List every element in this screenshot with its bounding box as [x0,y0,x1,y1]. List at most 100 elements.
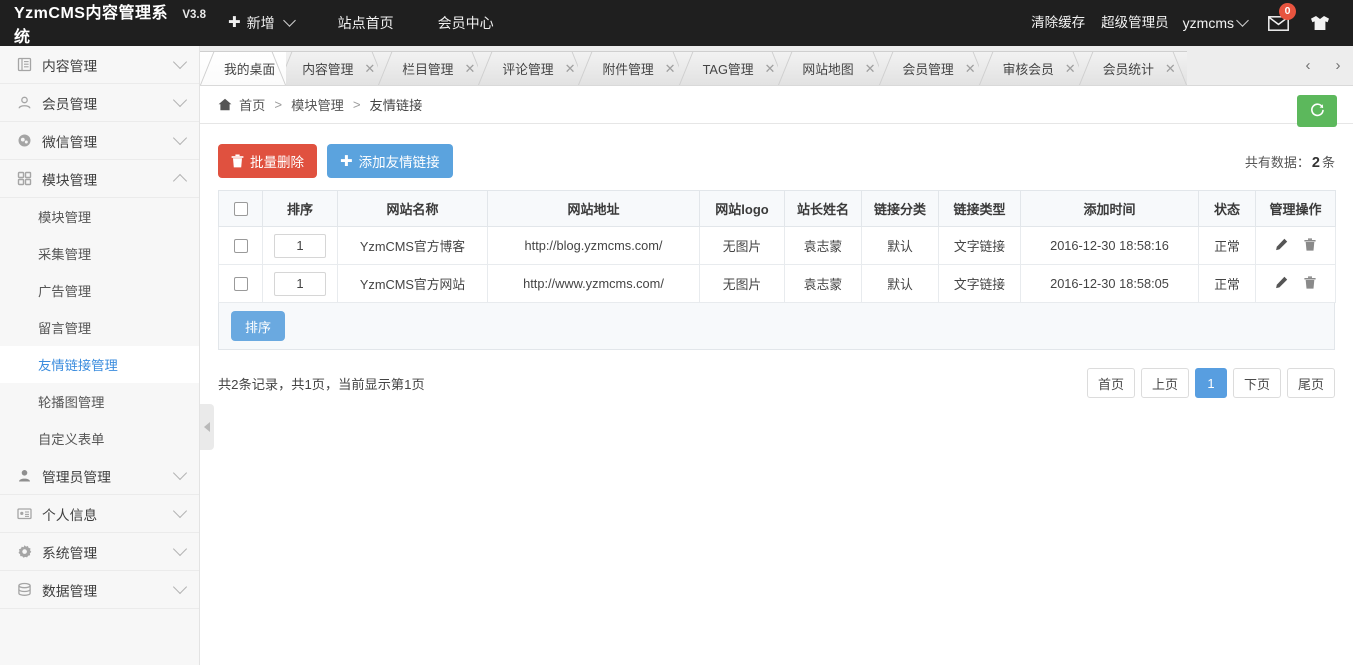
close-icon[interactable]: ✕ [965,62,976,75]
row-site-name: YzmCMS官方博客 [338,227,488,265]
close-icon[interactable]: ✕ [364,62,375,75]
brand-logo[interactable]: YzmCMS内容管理系统 V3.8 [0,0,206,47]
tab-content-manage[interactable]: 内容管理 ✕ [278,51,386,85]
messages-button[interactable]: 0 [1261,0,1295,46]
table-header-select-all [219,191,263,227]
theme-button[interactable] [1303,0,1337,46]
sort-action-bar: 排序 [218,303,1335,350]
sidebar-group-modules[interactable]: 模块管理 [0,160,199,198]
row-site-logo: 无图片 [700,227,785,265]
order-input[interactable] [274,234,326,258]
edit-row-button[interactable] [1275,238,1288,254]
tab-tag-manage[interactable]: TAG管理 ✕ [679,51,787,85]
add-friendlink-button[interactable]: ✚ 添加友情链接 [327,144,453,178]
table-toolbar: 批量删除 ✚ 添加友情链接 共有数据：2条 [218,144,1335,178]
page-prev-button[interactable]: 上页 [1141,368,1189,398]
pagination-controls: 首页 上页 1 下页 尾页 [1087,368,1335,398]
tab-member-stats[interactable]: 会员统计 ✕ [1079,51,1187,85]
page-next-button[interactable]: 下页 [1233,368,1281,398]
user-menu[interactable]: yzmcms [1177,15,1253,31]
top-nav-item-member-center[interactable]: 会员中心 [416,0,516,46]
sidebar-group-data[interactable]: 数据管理 [0,571,199,609]
sidebar-item-module-manage[interactable]: 模块管理 [0,198,199,235]
chevron-down-icon [173,503,187,517]
sidebar-group-content-label: 内容管理 [42,55,97,75]
tab-scroll-next-button[interactable]: › [1323,46,1353,86]
table-header-webmaster: 站长姓名 [785,191,862,227]
gear-icon [16,543,33,560]
tab-audit-member[interactable]: 审核会员 ✕ [979,51,1087,85]
page-last-button[interactable]: 尾页 [1287,368,1335,398]
sidebar-item-custom-form[interactable]: 自定义表单 [0,420,199,457]
sidebar-item-message-manage[interactable]: 留言管理 [0,309,199,346]
batch-delete-button[interactable]: 批量删除 [218,144,317,178]
close-icon[interactable]: ✕ [765,62,776,75]
top-nav-item-site-home[interactable]: 站点首页 [316,0,416,46]
row-site-name: YzmCMS官方网站 [338,265,488,303]
role-label: 超级管理员 [1093,0,1177,46]
sidebar-item-label: 采集管理 [38,244,91,263]
sidebar-collapse-handle[interactable] [200,404,214,450]
edit-row-button[interactable] [1275,276,1288,292]
id-card-icon [16,505,33,522]
row-link-type: 文字链接 [939,227,1021,265]
sidebar-group-admins-label: 管理员管理 [42,466,111,486]
sidebar-item-friendlink-manage[interactable]: 友情链接管理 [0,346,199,383]
breadcrumb-separator: > [274,97,282,112]
close-icon[interactable]: ✕ [464,62,475,75]
row-added-time: 2016-12-30 18:58:16 [1021,227,1199,265]
table-row: YzmCMS官方网站 http://www.yzmcms.com/ 无图片 袁志… [219,265,1336,303]
close-icon[interactable]: ✕ [1165,62,1176,75]
sidebar-group-system[interactable]: 系统管理 [0,533,199,571]
total-count-value: 2 [1310,155,1322,171]
row-site-url: http://www.yzmcms.com/ [488,265,700,303]
close-icon[interactable]: ✕ [865,62,876,75]
tab-my-desktop[interactable]: 我的桌面 [200,51,286,85]
sort-button-label: 排序 [245,317,271,336]
sidebar-group-wechat[interactable]: 微信管理 [0,122,199,160]
delete-row-button[interactable] [1304,238,1316,254]
sidebar: 内容管理 会员管理 微信管理 [0,46,200,665]
close-icon[interactable]: ✕ [565,62,576,75]
tab-comment-manage[interactable]: 评论管理 ✕ [478,51,586,85]
content-panel: 批量删除 ✚ 添加友情链接 共有数据：2条 [200,124,1353,398]
sidebar-group-content[interactable]: 内容管理 [0,46,199,84]
sidebar-group-wechat-label: 微信管理 [42,131,97,151]
chevron-down-icon [173,54,187,68]
tab-label: 栏目管理 [402,59,453,78]
tab-scroll-prev-button[interactable]: ‹ [1293,46,1323,86]
page-first-button[interactable]: 首页 [1087,368,1135,398]
sidebar-item-ad-manage[interactable]: 广告管理 [0,272,199,309]
row-checkbox[interactable] [234,239,248,253]
close-icon[interactable]: ✕ [665,62,676,75]
sidebar-item-label: 自定义表单 [38,429,104,448]
close-icon[interactable]: ✕ [1065,62,1076,75]
delete-row-button[interactable] [1304,276,1316,292]
sidebar-item-collect-manage[interactable]: 采集管理 [0,235,199,272]
sidebar-group-members[interactable]: 会员管理 [0,84,199,122]
clear-cache-link[interactable]: 清除缓存 [1023,0,1093,46]
sidebar-group-profile[interactable]: 个人信息 [0,495,199,533]
tab-attachment-manage[interactable]: 附件管理 ✕ [578,51,686,85]
tab-label: 网站地图 [802,59,853,78]
order-input[interactable] [274,272,326,296]
row-checkbox[interactable] [234,277,248,291]
user-outline-icon [16,94,33,111]
tab-category-manage[interactable]: 栏目管理 ✕ [378,51,486,85]
trash-icon [1304,276,1316,289]
tab-member-manage[interactable]: 会员管理 ✕ [879,51,987,85]
top-nav-item-add[interactable]: ✚ 新增 [206,0,316,46]
sidebar-group-admins[interactable]: 管理员管理 [0,457,199,495]
trash-icon [1304,238,1316,251]
table-header-added-time: 添加时间 [1021,191,1199,227]
sort-button[interactable]: 排序 [231,311,285,341]
row-link-category: 默认 [862,227,939,265]
shirt-icon [1309,15,1331,31]
breadcrumb-item-home[interactable]: 首页 [239,95,265,114]
tab-sitemap[interactable]: 网站地图 ✕ [778,51,886,85]
select-all-checkbox[interactable] [234,202,248,216]
sidebar-item-carousel-manage[interactable]: 轮播图管理 [0,383,199,420]
sidebar-group-data-label: 数据管理 [42,580,97,600]
refresh-button[interactable] [1297,95,1337,127]
breadcrumb-item-modules[interactable]: 模块管理 [291,95,344,114]
